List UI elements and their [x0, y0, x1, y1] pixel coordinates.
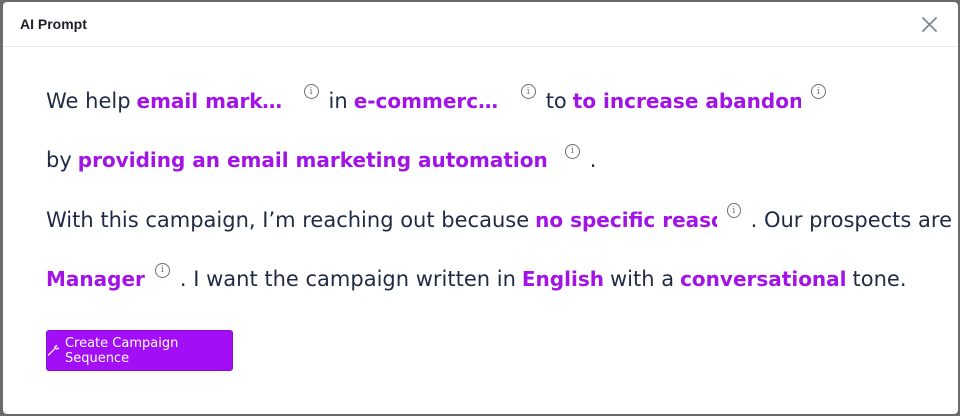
- goal-field[interactable]: to increase abandoned c: [573, 89, 801, 113]
- ai-prompt-modal: AI Prompt We help email marketi… i in e-…: [3, 2, 958, 414]
- magic-wand-icon: [47, 344, 59, 356]
- prompt-text: with a: [609, 267, 675, 292]
- prompt-body: We help email marketi… i in e-commerce a…: [3, 47, 958, 371]
- prompt-line-1: We help email marketi… i in e-commerce a…: [46, 71, 958, 131]
- modal-title: AI Prompt: [20, 16, 87, 32]
- close-icon: [921, 16, 937, 32]
- reason-field[interactable]: no specific reason: [535, 208, 717, 232]
- create-campaign-sequence-button[interactable]: Create Campaign Sequence: [46, 330, 233, 371]
- info-icon[interactable]: i: [303, 84, 319, 99]
- prompt-text: With this campaign, I’m reaching out bec…: [46, 207, 530, 232]
- prompt-text: in: [328, 88, 348, 113]
- prompt-text: tone.: [852, 267, 907, 292]
- solution-field[interactable]: providing an email marketing automation …: [78, 148, 555, 172]
- role-field[interactable]: Manager: [46, 267, 145, 291]
- prompt-text: to: [545, 88, 567, 113]
- industry-field[interactable]: e-commerce a…: [354, 89, 511, 113]
- prompt-line-4: Manager i . I want the campaign written …: [46, 250, 958, 310]
- info-icon[interactable]: i: [520, 84, 536, 99]
- prompt-text: We help: [46, 88, 131, 113]
- info-icon[interactable]: i: [154, 262, 170, 278]
- modal-header: AI Prompt: [3, 2, 958, 47]
- prompt-text: by: [46, 148, 72, 173]
- info-icon[interactable]: i: [810, 84, 826, 99]
- info-icon[interactable]: i: [727, 203, 741, 218]
- prompt-text: . I want the campaign written in: [179, 267, 516, 292]
- language-field[interactable]: English: [522, 267, 604, 291]
- audience-field[interactable]: email marketi…: [137, 89, 294, 113]
- close-button[interactable]: [918, 13, 940, 35]
- prompt-line-2: by providing an email marketing automati…: [46, 131, 958, 191]
- prompt-text: . Our prospects are: [750, 207, 952, 232]
- prompt-text: .: [589, 148, 597, 173]
- tone-field[interactable]: conversational: [680, 267, 846, 291]
- prompt-line-3: With this campaign, I’m reaching out bec…: [46, 190, 958, 250]
- info-icon[interactable]: i: [564, 143, 580, 159]
- create-campaign-sequence-label: Create Campaign Sequence: [64, 335, 179, 366]
